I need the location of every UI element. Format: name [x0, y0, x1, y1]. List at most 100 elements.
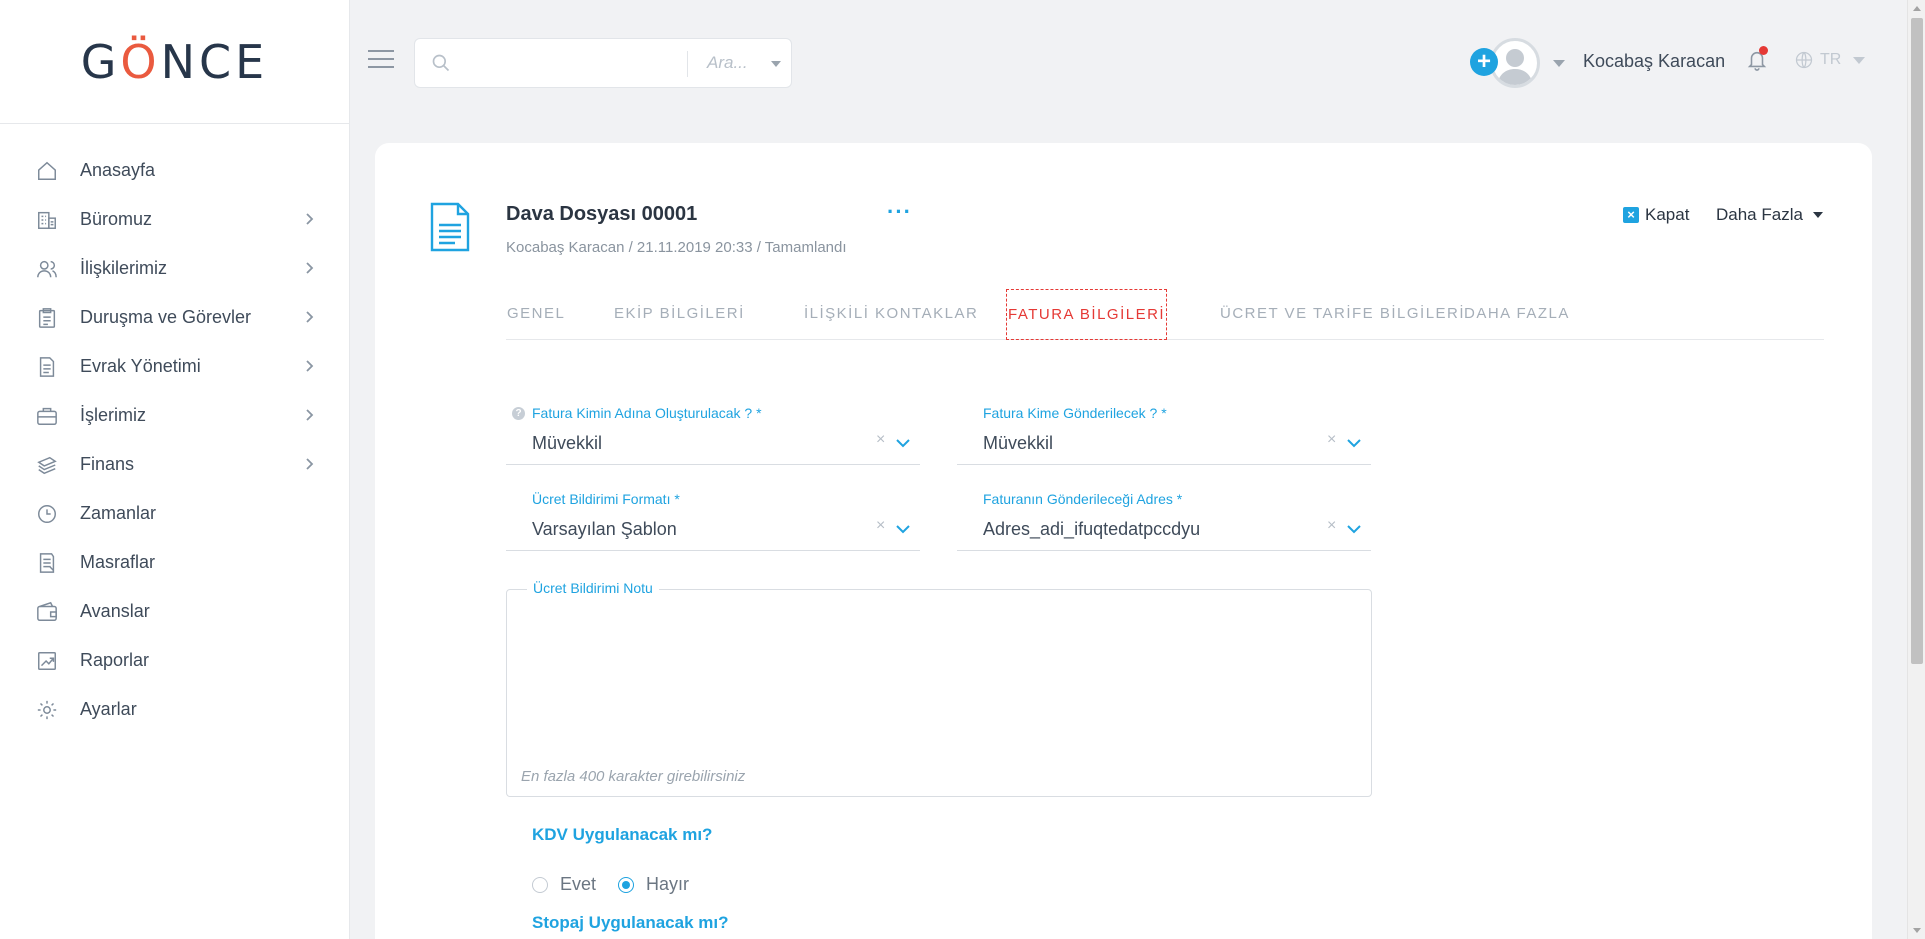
radio-circle — [532, 876, 548, 893]
page-title: Dava Dosyası 00001 — [506, 203, 698, 225]
clear-icon[interactable]: × — [1327, 431, 1336, 449]
money-icon — [36, 454, 58, 476]
more-actions-label: Daha Fazla — [1716, 205, 1803, 224]
vat-question-label: KDV Uygulanacak mı? — [532, 825, 713, 844]
hamburger-line — [368, 50, 394, 52]
field-label: Fatura Kimin Adına Oluşturulacak ? * — [532, 405, 762, 421]
chevron-right-icon — [302, 212, 316, 226]
search-input[interactable] — [461, 49, 631, 79]
language-selector[interactable]: TR — [1794, 50, 1866, 70]
globe-icon — [1795, 51, 1813, 69]
field-value: Müvekkil — [983, 433, 1054, 453]
clipboard-icon — [36, 307, 58, 329]
sidebar-item-label: Anasayfa — [80, 160, 156, 180]
sidebar-item-avanslar[interactable]: Avanslar — [0, 587, 349, 636]
scroll-up-icon[interactable] — [1913, 6, 1921, 11]
sidebar-item-label: Zamanlar — [80, 503, 157, 523]
chevron-right-icon — [302, 457, 316, 471]
quick-add-button[interactable]: + — [1470, 48, 1498, 76]
vat-radio-evet[interactable]: Evet — [532, 874, 596, 895]
sidebar-item-zamanlar[interactable]: Zamanlar — [0, 489, 349, 538]
sidebar-item-label: İlişkilerimiz — [80, 258, 167, 278]
logo-area: GÖNCE — [0, 0, 349, 124]
user-name[interactable]: Kocabaş Karacan — [1583, 51, 1725, 72]
sidebar-item-label: Avanslar — [80, 601, 150, 621]
sidebar-item-islerimiz[interactable]: İşlerimiz — [0, 391, 349, 440]
radio-label: Hayır — [646, 874, 690, 894]
search-scope-dropdown[interactable]: Ara... — [707, 53, 748, 73]
logo-text: G — [80, 34, 121, 89]
sidebar-item-buromuz[interactable]: Büromuz — [0, 195, 349, 244]
more-options-icon[interactable]: ··· — [887, 199, 912, 225]
more-actions-dropdown[interactable]: Daha Fazla — [1716, 205, 1823, 225]
sidebar-item-label: Duruşma ve Görevler — [80, 307, 252, 327]
invoice-to-select[interactable]: Fatura Kime Gönderilecek ? * Müvekkil × — [957, 405, 1371, 465]
close-icon: × — [1623, 207, 1639, 223]
wallet-icon — [36, 601, 58, 623]
case-meta: Kocabaş Karacan / 21.11.2019 20:33 / Tam… — [506, 239, 847, 256]
sidebar-item-durusma-ve-gorevler[interactable]: Duruşma ve Görevler — [0, 293, 349, 342]
sidebar-item-label: Büromuz — [80, 209, 153, 229]
chevron-right-icon — [302, 408, 316, 422]
sidebar-item-finans[interactable]: Finans — [0, 440, 349, 489]
close-button[interactable]: × Kapat — [1623, 205, 1689, 225]
sidebar-item-label: Raporlar — [80, 650, 150, 670]
sidebar-item-iliskilerimiz[interactable]: İlişkilerimiz — [0, 244, 349, 293]
field-value: Müvekkil — [532, 433, 603, 453]
chevron-down-icon[interactable] — [771, 61, 781, 67]
radio-label: Evet — [560, 874, 597, 894]
vat-radio-group: Evet Hayır — [532, 874, 711, 895]
search-divider — [687, 51, 688, 77]
sidebar-item-evrak-yonetimi[interactable]: Evrak Yönetimi — [0, 342, 349, 391]
scrollbar-thumb[interactable] — [1911, 18, 1923, 664]
tab-iliskili-kontaklar[interactable]: İLİŞKİLİ KONTAKLAR — [804, 289, 978, 340]
chevron-down-icon[interactable] — [896, 521, 910, 534]
vat-radio-hayir[interactable]: Hayır — [618, 874, 689, 895]
tab-genel[interactable]: GENEL — [507, 289, 565, 340]
receipt-icon — [36, 552, 58, 574]
sidebar-item-anasayfa[interactable]: Anasayfa — [0, 146, 349, 195]
tab-bar: GENEL EKİP BİLGİLERİ İLİŞKİLİ KONTAKLAR … — [506, 289, 1824, 340]
radio-circle — [618, 876, 635, 893]
sidebar-item-label: İşlerimiz — [80, 405, 146, 425]
tab-daha-fazla[interactable]: DAHA FAZLA — [1464, 289, 1570, 340]
logo-text: Ö — [120, 34, 161, 89]
field-value: Varsayılan Şablon — [532, 519, 677, 539]
fee-note-textarea[interactable] — [519, 612, 1359, 752]
document-icon — [429, 201, 471, 253]
scroll-down-icon[interactable] — [1913, 928, 1921, 933]
tab-ucret-ve-tarife-bilgileri[interactable]: ÜCRET VE TARİFE BİLGİLERİ — [1220, 289, 1465, 340]
tab-ekip-bilgileri[interactable]: EKİP BİLGİLERİ — [614, 289, 745, 340]
search-icon[interactable] — [431, 53, 451, 73]
field-label: Fatura Kime Gönderilecek ? * — [983, 405, 1167, 421]
help-icon[interactable]: ? — [512, 407, 525, 420]
chevron-down-icon[interactable] — [1347, 435, 1361, 448]
clock-icon — [36, 503, 58, 525]
chevron-down-icon[interactable] — [896, 435, 910, 448]
chevron-down-icon[interactable] — [1553, 60, 1565, 67]
building-icon — [36, 209, 58, 231]
chevron-down-icon[interactable] — [1347, 521, 1361, 534]
app-logo[interactable]: GÖNCE — [81, 35, 268, 89]
chevron-right-icon — [302, 359, 316, 373]
menu-toggle-button[interactable] — [368, 50, 394, 70]
top-bar: Ara... + Kocabaş Karacan TR — [350, 0, 1907, 124]
fee-format-select[interactable]: Ücret Bildirimi Formatı * Varsayılan Şab… — [506, 491, 920, 551]
sidebar: GÖNCE Anasayfa Büromuz İlişkilerimiz Dur… — [0, 0, 350, 939]
clear-icon[interactable]: × — [1327, 517, 1336, 535]
notifications-button[interactable] — [1746, 46, 1770, 74]
sidebar-item-raporlar[interactable]: Raporlar — [0, 636, 349, 685]
logo-text: NCE — [160, 34, 269, 89]
character-limit-hint: En fazla 400 karakter girebilirsiniz — [521, 768, 746, 785]
sidebar-item-ayarlar[interactable]: Ayarlar — [0, 685, 349, 734]
global-search: Ara... — [414, 38, 792, 88]
notification-badge — [1759, 46, 1768, 55]
clear-icon[interactable]: × — [876, 431, 885, 449]
vertical-scrollbar[interactable] — [1907, 0, 1925, 939]
language-code: TR — [1820, 51, 1842, 68]
tab-fatura-bilgileri[interactable]: FATURA BİLGİLERİ — [1006, 289, 1168, 340]
sidebar-item-masraflar[interactable]: Masraflar — [0, 538, 349, 587]
invoice-address-select[interactable]: Faturanın Gönderileceği Adres * Adres_ad… — [957, 491, 1371, 551]
clear-icon[interactable]: × — [876, 517, 885, 535]
invoice-for-select[interactable]: ? Fatura Kimin Adına Oluşturulacak ? * M… — [506, 405, 920, 465]
